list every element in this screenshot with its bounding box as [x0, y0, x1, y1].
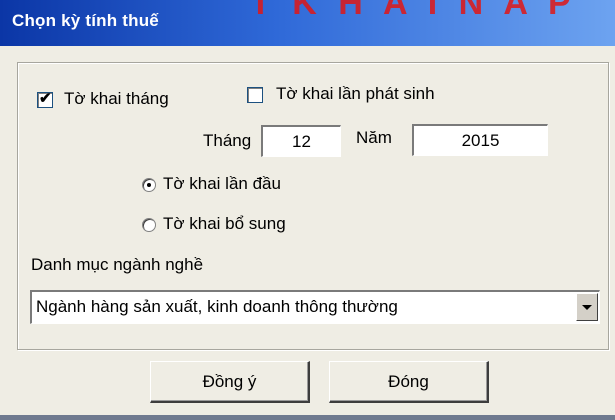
close-button[interactable]: Đóng	[329, 361, 489, 403]
monthly-declaration-label: Tờ khai tháng	[64, 89, 169, 108]
industry-category-select[interactable]: Ngành hàng sản xuất, kinh doanh thông th…	[30, 290, 600, 324]
monthly-declaration-checkbox[interactable]: ✔	[37, 90, 53, 108]
month-label: Tháng	[203, 131, 252, 150]
tax-period-dialog: T K H A I N A P Chọn kỳ tính thuế ✔ Tờ k…	[0, 0, 615, 420]
check-icon: ✔	[39, 90, 52, 107]
background-text-fragment: T K H A I N A P	[250, 0, 577, 22]
dialog-title: Chọn kỳ tính thuế	[12, 11, 159, 30]
first-declaration-radio[interactable]	[142, 178, 156, 192]
first-declaration-label: Tờ khai lần đầu	[163, 174, 281, 193]
month-input[interactable]: 12	[261, 125, 341, 157]
ok-button[interactable]: Đồng ý	[150, 361, 310, 403]
industry-selected-value: Ngành hàng sản xuất, kinh doanh thông th…	[36, 297, 398, 316]
year-label: Năm	[356, 128, 392, 147]
supplementary-declaration-radio[interactable]	[142, 218, 156, 232]
dropdown-button[interactable]	[576, 293, 598, 321]
industry-category-label: Danh mục ngành nghề	[31, 255, 204, 274]
bottom-edge	[0, 415, 615, 420]
incurred-declaration-label: Tờ khai lần phát sinh	[276, 84, 435, 103]
chevron-down-icon	[582, 305, 592, 310]
radio-selected-dot	[147, 183, 151, 187]
year-input[interactable]: 2015	[412, 124, 548, 156]
incurred-declaration-checkbox[interactable]	[247, 87, 263, 103]
supplementary-declaration-label: Tờ khai bổ sung	[163, 214, 286, 233]
title-bar: T K H A I N A P Chọn kỳ tính thuế	[0, 0, 615, 46]
